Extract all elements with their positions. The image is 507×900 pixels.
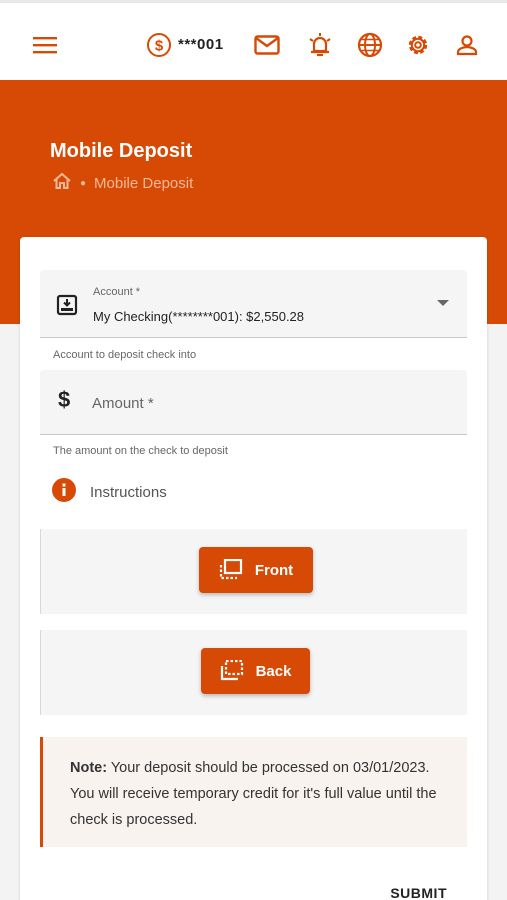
- amount-field[interactable]: $ Amount *: [40, 370, 467, 435]
- account-select[interactable]: Account * My Checking(********001): $2,5…: [40, 270, 467, 338]
- svg-text:$: $: [155, 38, 164, 55]
- instructions-toggle[interactable]: Instructions: [52, 478, 167, 507]
- breadcrumb-current: Mobile Deposit: [94, 174, 194, 192]
- top-bar: $ ***001: [0, 0, 507, 80]
- back-button-label: Back: [255, 662, 292, 680]
- amount-placeholder: Amount *: [92, 395, 154, 412]
- info-icon: [52, 478, 76, 507]
- mail-icon[interactable]: [253, 31, 281, 59]
- globe-icon[interactable]: [356, 31, 384, 59]
- home-icon[interactable]: [52, 172, 72, 194]
- back-capture-area: Back: [40, 630, 467, 715]
- account-selector[interactable]: ***001: [178, 36, 224, 53]
- dollar-icon: $: [58, 387, 71, 412]
- front-button-label: Front: [254, 561, 294, 579]
- alarm-bell-icon[interactable]: [306, 31, 334, 59]
- instructions-label: Instructions: [90, 484, 167, 501]
- front-capture-area: Front: [40, 529, 467, 614]
- amount-helper-text: The amount on the check to deposit: [53, 445, 228, 457]
- back-capture-button[interactable]: Back: [201, 648, 310, 694]
- user-icon[interactable]: [453, 31, 481, 59]
- camera-frame-icon: [219, 559, 242, 580]
- gear-icon[interactable]: [404, 31, 432, 59]
- page-title: Mobile Deposit: [50, 140, 193, 162]
- deposit-account-icon: [56, 294, 78, 321]
- dollar-circle-icon[interactable]: $: [145, 31, 173, 59]
- breadcrumb-separator: ●: [80, 177, 87, 189]
- menu-icon[interactable]: [31, 31, 59, 59]
- note-text: Your deposit should be processed on 03/0…: [70, 760, 437, 828]
- deposit-form-card: Account * My Checking(********001): $2,5…: [20, 237, 487, 900]
- deposit-note: Note: Your deposit should be processed o…: [40, 737, 467, 847]
- submit-button[interactable]: SUBMIT: [390, 885, 447, 900]
- breadcrumb: ● Mobile Deposit: [52, 172, 193, 194]
- camera-frame-icon: [220, 660, 243, 681]
- chevron-down-icon[interactable]: [437, 300, 449, 306]
- front-capture-button[interactable]: Front: [199, 547, 313, 593]
- note-title: Note:: [70, 760, 108, 776]
- account-field-label: Account *: [93, 286, 141, 298]
- account-helper-text: Account to deposit check into: [53, 349, 197, 361]
- account-field-value: My Checking(********001): $2,550.28: [93, 309, 305, 324]
